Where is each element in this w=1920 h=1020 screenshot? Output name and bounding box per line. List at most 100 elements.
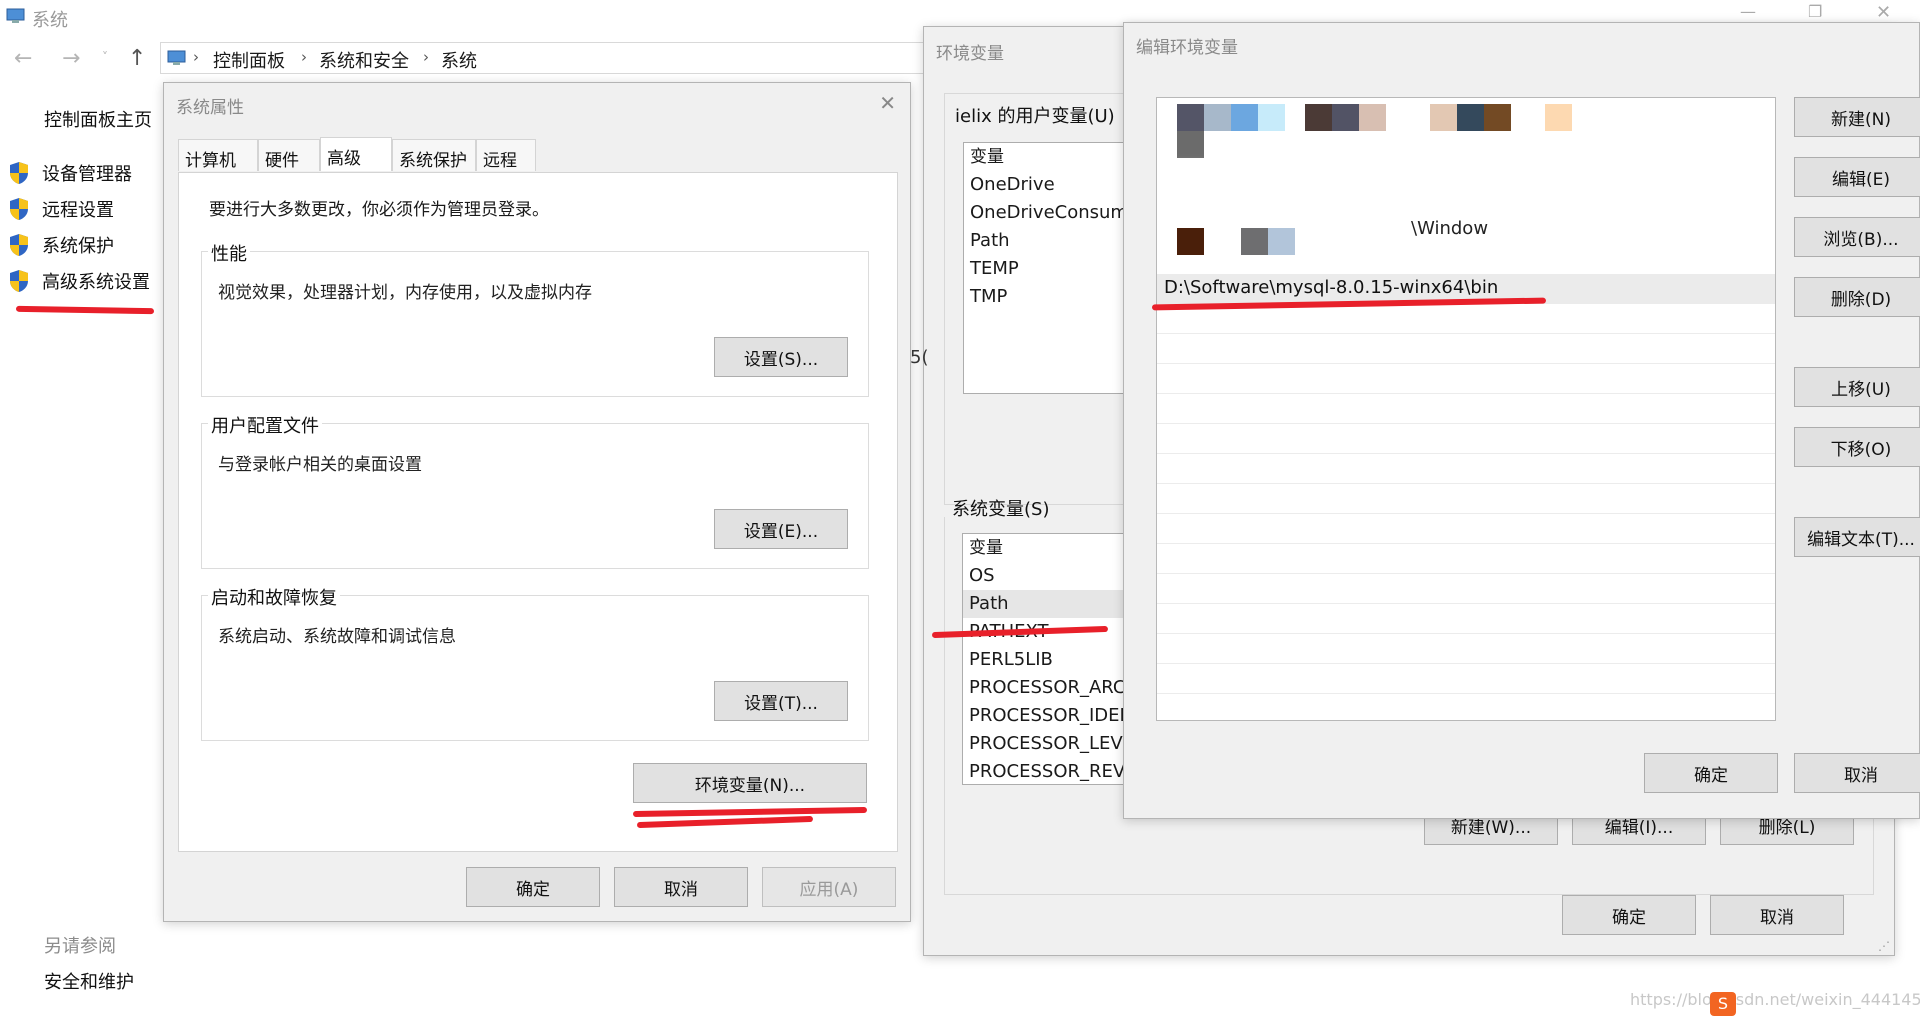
new-entry-button[interactable]: 新建(N)	[1794, 97, 1920, 137]
address-bar[interactable]: › 控制面板 › 系统和安全 › 系统	[160, 42, 930, 74]
user-profile-description: 与登录帐户相关的桌面设置	[218, 455, 422, 475]
breadcrumb-system[interactable]: 系统	[441, 47, 477, 73]
redaction-swatch	[1177, 104, 1204, 131]
redaction-swatch	[1258, 104, 1285, 131]
sidebar-item-system-protection[interactable]: 系统保护	[8, 232, 114, 258]
performance-description: 视觉效果，处理器计划，内存使用，以及虚拟内存	[218, 283, 592, 303]
breadcrumb-system-security[interactable]: 系统和安全	[319, 47, 409, 73]
redaction-swatch	[1231, 104, 1258, 131]
performance-label: 性能	[208, 240, 250, 266]
edit-text-button[interactable]: 编辑文本(T)...	[1794, 517, 1920, 557]
performance-settings-button[interactable]: 设置(S)...	[714, 337, 848, 377]
back-arrow-icon[interactable]: ←	[14, 46, 32, 71]
sidebar-item-label: 高级系统设置	[42, 272, 150, 293]
redaction-swatch	[1430, 104, 1457, 131]
watermark: https://blog.csdn.net/weixin_44414527	[1630, 990, 1920, 1009]
user-profile-label: 用户配置文件	[208, 412, 322, 438]
forward-arrow-icon[interactable]: →	[62, 46, 80, 71]
performance-group: 性能 视觉效果，处理器计划，内存使用，以及虚拟内存 设置(S)...	[201, 240, 869, 397]
startup-recovery-group: 启动和故障恢复 系统启动、系统故障和调试信息 设置(T)...	[201, 584, 869, 741]
cancel-button[interactable]: 取消	[1710, 895, 1844, 935]
tab-hardware[interactable]: 硬件	[258, 139, 320, 171]
redaction-swatch	[1305, 104, 1332, 131]
tab-computer-name[interactable]: 计算机名	[178, 139, 258, 196]
redaction-swatch	[1359, 104, 1386, 131]
up-arrow-icon[interactable]: ↑	[128, 46, 146, 71]
startup-recovery-label: 启动和故障恢复	[208, 584, 340, 610]
startup-recovery-settings-button[interactable]: 设置(T)...	[714, 681, 848, 721]
browse-button[interactable]: 浏览(B)...	[1794, 217, 1920, 257]
window-title-bar: 系统	[0, 0, 930, 36]
user-profile-group: 用户配置文件 与登录帐户相关的桌面设置 设置(E)...	[201, 412, 869, 569]
control-panel-icon	[167, 50, 187, 66]
redaction-swatch	[1241, 228, 1268, 255]
cancel-button[interactable]: 取消	[1794, 753, 1920, 793]
redacted-entries: \Window	[1157, 98, 1775, 278]
resize-grip-icon[interactable]: ⋰	[1878, 939, 1890, 953]
sidebar-item-device-manager[interactable]: 设备管理器	[8, 160, 132, 186]
minimize-icon[interactable]: —	[1740, 2, 1756, 21]
sidebar-home-link[interactable]: 控制面板主页	[44, 106, 152, 132]
sidebar-item-label: 远程设置	[42, 200, 114, 221]
tab-strip: 计算机名 硬件 高级 系统保护 远程	[178, 137, 898, 196]
admin-notice: 要进行大多数更改，你必须作为管理员登录。	[209, 200, 549, 220]
edit-environment-variable-dialog: 编辑环境变量 \Window D:\Software\mysql-8.0.15-…	[1123, 22, 1920, 819]
breadcrumb-separator-icon: ›	[193, 48, 199, 66]
sidebar-item-label: 设备管理器	[42, 164, 132, 185]
delete-entry-button[interactable]: 删除(D)	[1794, 277, 1920, 317]
redaction-swatch	[1177, 228, 1204, 255]
see-also-heading: 另请参阅	[44, 936, 116, 957]
close-icon[interactable]: ✕	[879, 91, 896, 115]
tab-panel-advanced: 要进行大多数更改，你必须作为管理员登录。 性能 视觉效果，处理器计划，内存使用，…	[178, 172, 898, 852]
shield-icon	[10, 270, 28, 292]
system-properties-dialog: 系统属性 ✕ 计算机名 硬件 高级 系统保护 远程 要进行大多数更改，你必须作为…	[163, 82, 911, 922]
breadcrumb-control-panel[interactable]: 控制面板	[213, 47, 285, 73]
maximize-icon[interactable]: ❐	[1808, 2, 1822, 21]
empty-rows	[1157, 304, 1775, 720]
partial-path-entry[interactable]: \Window	[1411, 218, 1488, 239]
ok-button[interactable]: 确定	[466, 867, 600, 907]
dialog-title: 系统属性	[176, 98, 244, 118]
user-variables-label: ielix 的用户变量(U)	[953, 102, 1117, 128]
tab-system-protection[interactable]: 系统保护	[392, 139, 476, 171]
tab-remote[interactable]: 远程	[476, 139, 536, 171]
ime-logo-icon: S	[1710, 992, 1736, 1016]
redaction-swatch	[1204, 104, 1231, 131]
cancel-button[interactable]: 取消	[614, 867, 748, 907]
redaction-swatch	[1545, 104, 1572, 131]
environment-variables-button[interactable]: 环境变量(N)...	[633, 763, 867, 803]
user-profile-settings-button[interactable]: 设置(E)...	[714, 509, 848, 549]
sidebar-item-remote-settings[interactable]: 远程设置	[8, 196, 114, 222]
tab-advanced[interactable]: 高级	[320, 137, 392, 171]
shield-icon	[10, 162, 28, 184]
breadcrumb-separator-icon: ›	[301, 48, 307, 66]
ok-button[interactable]: 确定	[1644, 753, 1778, 793]
edit-entry-button[interactable]: 编辑(E)	[1794, 157, 1920, 197]
dialog-title: 编辑环境变量	[1136, 38, 1238, 58]
startup-recovery-description: 系统启动、系统故障和调试信息	[218, 627, 456, 647]
shield-icon	[10, 198, 28, 220]
move-down-button[interactable]: 下移(O)	[1794, 427, 1920, 467]
apply-button[interactable]: 应用(A)	[762, 867, 896, 907]
move-up-button[interactable]: 上移(U)	[1794, 367, 1920, 407]
security-maintenance-link[interactable]: 安全和维护	[44, 968, 134, 994]
close-icon[interactable]: ✕	[1876, 2, 1891, 23]
highlighted-path-text: D:\Software\mysql-8.0.15-winx64\bin	[1164, 277, 1499, 298]
redaction-swatch	[1268, 228, 1295, 255]
dialog-title: 环境变量	[936, 44, 1004, 64]
shield-icon	[10, 234, 28, 256]
stray-value-text: 5(	[910, 347, 929, 368]
computer-icon	[6, 8, 26, 24]
sidebar-item-label: 系统保护	[42, 236, 114, 257]
path-entries-list[interactable]: \Window D:\Software\mysql-8.0.15-winx64\…	[1156, 97, 1776, 721]
sidebar-item-advanced-settings[interactable]: 高级系统设置	[8, 268, 150, 294]
redaction-swatch	[1457, 104, 1484, 131]
annotation-underline	[636, 815, 814, 829]
redaction-swatch	[1177, 131, 1204, 158]
recent-dropdown-icon[interactable]: ˅	[102, 50, 108, 64]
ok-button[interactable]: 确定	[1562, 895, 1696, 935]
annotation-underline	[632, 806, 868, 818]
window-title: 系统	[32, 10, 68, 31]
redaction-swatch	[1332, 104, 1359, 131]
redaction-swatch	[1484, 104, 1511, 131]
